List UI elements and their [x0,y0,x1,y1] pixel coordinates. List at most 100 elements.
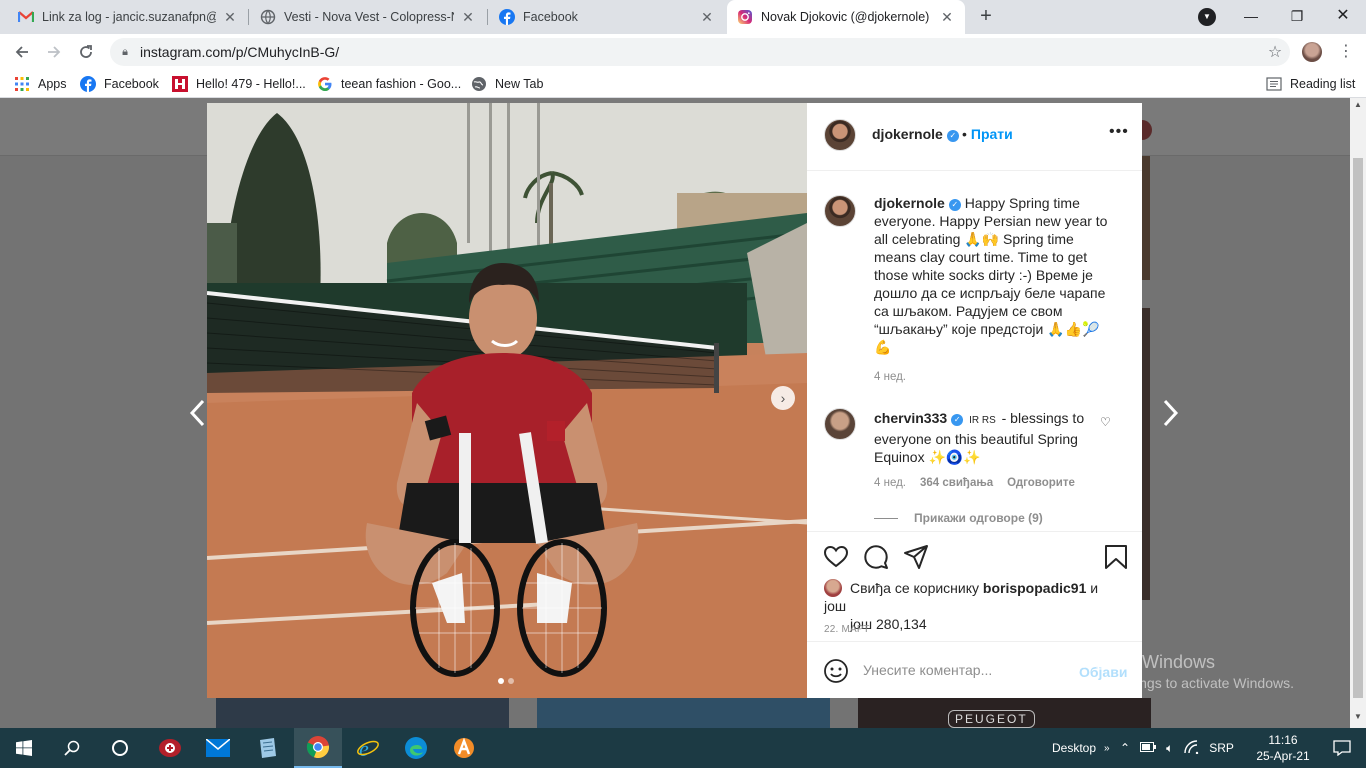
notes-app-icon[interactable] [244,728,292,768]
activate-windows-watermark: Activate Windows Go to Settings to activ… [1073,652,1294,691]
likes-prefix: Свиђа се кориснику [850,580,980,596]
new-tab-button[interactable]: + [974,5,998,29]
tab-facebook[interactable]: Facebook ✕ [489,0,725,34]
post-photo[interactable] [207,103,807,698]
peugeot-sign: PEUGEOT [948,710,1035,728]
chrome-icon[interactable] [294,728,342,768]
comment-like-heart-icon[interactable]: ♡ [1100,415,1111,429]
close-icon[interactable]: ✕ [699,9,715,25]
comment-input[interactable] [863,662,1063,678]
more-options-icon[interactable]: ••• [1109,123,1129,141]
author-avatar[interactable] [824,119,856,151]
reading-list-button[interactable]: Reading list [1266,70,1355,98]
background-thumbnail: PEUGEOT [858,698,1151,728]
bookmark-new-tab[interactable]: New Tab [471,70,543,98]
caption-avatar[interactable] [824,195,856,227]
search-icon[interactable] [48,728,96,768]
author-username[interactable]: djokernole ✓ [872,126,959,142]
forward-button[interactable] [42,40,66,64]
reply-button[interactable]: Одговорите [1007,477,1075,489]
bookmark-star-icon[interactable]: ☆ [1260,42,1290,62]
follow-label[interactable]: Прати [971,126,1013,142]
background-thumbnail [216,698,509,728]
comment-meta: 4 нед. 364 свиђања Одговорите [874,477,1075,489]
internet-explorer-icon[interactable]: e [344,728,392,768]
liker-avatar[interactable] [824,579,842,597]
volume-icon[interactable]: 🔈︎ [1166,741,1173,756]
facebook-icon [499,9,515,25]
close-icon[interactable]: ✕ [460,9,476,25]
previous-post-arrow-icon[interactable] [188,398,206,434]
caption-time[interactable]: 4 нед. [874,371,906,383]
next-post-arrow-icon[interactable] [1162,398,1180,434]
avast-icon[interactable] [440,728,488,768]
tab-instagram[interactable]: Novak Djokovic (@djokernole) • I ✕ [727,0,965,34]
tab-title: Novak Djokovic (@djokernole) • I [761,10,933,24]
clock[interactable]: 11:16 25-Apr-21 [1255,732,1311,764]
bookmark-label: Apps [38,77,67,91]
liker-username[interactable]: borispopadic91 [983,580,1086,596]
mail-icon[interactable] [194,728,242,768]
like-heart-icon[interactable] [823,544,849,570]
tab-gmail[interactable]: Link za log - jancic.suzanafpn@g ✕ [8,0,248,34]
comment-icon[interactable] [863,544,889,570]
tab-search-icon[interactable]: ▼ [1198,8,1216,26]
browser-menu-icon[interactable]: ⋮ [1338,40,1354,64]
windows-start-icon[interactable] [0,728,48,768]
globe-icon [471,76,487,92]
reload-button[interactable] [74,40,98,64]
network-icon[interactable] [1183,739,1199,757]
lock-icon[interactable]: 🔒︎ [110,46,140,59]
bookmark-teean-fashion[interactable]: teean fashion - Goo... [317,70,461,98]
caption-username[interactable]: djokernole [874,195,945,211]
follow-button[interactable]: • Прати [962,126,1013,142]
language-indicator[interactable]: SRP [1209,741,1234,755]
tab-title: Facebook [523,10,578,24]
emoji-icon[interactable] [823,658,849,684]
cortana-icon[interactable] [96,728,144,768]
comment-likes-count[interactable]: 364 свиђања [920,477,993,489]
post-caption: djokernole ✓ Happy Spring time everyone. … [874,194,1114,356]
close-window-button[interactable]: ✕ [1328,4,1358,28]
save-bookmark-icon[interactable] [1103,544,1129,570]
tennis-player-photo [207,103,807,698]
tab-vesti[interactable]: Vesti - Nova Vest - Colopress-Ne ✕ [250,0,486,34]
post-date[interactable]: 22. МАРТ [824,624,870,635]
bookmark-hello[interactable]: Hello! 479 - Hello!... [172,70,306,98]
share-icon[interactable] [903,544,929,570]
edge-icon[interactable] [392,728,440,768]
bookmark-facebook[interactable]: Facebook [80,70,159,98]
bookmark-apps[interactable]: Apps [14,70,67,98]
minimize-button[interactable]: — [1236,4,1266,28]
commenter-username[interactable]: chervin333 [874,410,947,426]
desktop-label[interactable]: Desktop [1052,741,1096,755]
google-icon [317,76,333,92]
view-replies-label[interactable]: Прикажи одговоре (9) [914,511,1043,525]
comments-list[interactable]: djokernole ✓ Happy Spring time everyone. … [807,171,1142,531]
url-text[interactable]: instagram.com/p/CMuhycInB-G/ [140,44,1260,60]
background-thumbnail [1142,308,1150,600]
author-username-text[interactable]: djokernole [872,126,943,142]
desktop-toolbar[interactable]: Desktop » [1052,728,1110,768]
comment-time[interactable]: 4 нед. [874,477,906,489]
flag-emojis: IR RS [969,415,996,426]
app-icon-red[interactable] [146,728,194,768]
profile-avatar[interactable] [1302,42,1322,62]
restore-button[interactable]: ❐ [1282,4,1312,28]
battery-icon[interactable] [1140,741,1157,755]
scroll-up-arrow[interactable]: ▲ [1350,100,1366,114]
chevron-double-icon[interactable]: » [1104,743,1110,754]
view-replies-button[interactable]: Прикажи одговоре (9) [874,511,1043,525]
back-button[interactable] [10,40,34,64]
address-bar[interactable]: 🔒︎ instagram.com/p/CMuhycInB-G/ ☆ [110,38,1290,66]
page-scrollbar[interactable]: ▲ ▼ [1350,98,1366,728]
close-icon[interactable]: ✕ [939,9,955,25]
scroll-down-arrow[interactable]: ▼ [1350,712,1366,726]
carousel-next-icon[interactable]: › [771,386,795,410]
chevron-up-icon[interactable]: ⌃ [1120,741,1130,755]
commenter-avatar[interactable] [824,408,856,440]
tab-separator [487,9,488,25]
close-icon[interactable]: ✕ [222,9,238,25]
scrollbar-thumb[interactable] [1353,158,1363,698]
notifications-icon[interactable] [1318,728,1366,768]
